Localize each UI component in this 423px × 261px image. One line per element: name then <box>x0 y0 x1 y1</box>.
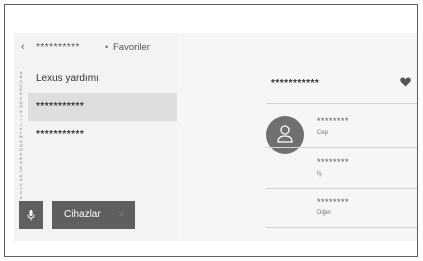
close-icon[interactable]: ✕ <box>118 209 125 221</box>
heart-icon[interactable] <box>400 77 411 87</box>
list-item-selected[interactable]: *********** <box>28 93 177 121</box>
list-item-label: Lexus yardımı <box>36 73 99 84</box>
phone-type-work: İş <box>317 171 322 177</box>
contact-name: *********** <box>271 78 320 89</box>
phone-contacts-screen: ‹ ********** • Favoriler ABCÇDEFGĞHIİJKL… <box>14 33 417 241</box>
contact-detail-pane: *********** ******** Cep ******** İş ***… <box>177 33 417 241</box>
outer-frame: ‹ ********** • Favoriler ABCÇDEFGĞHIİJKL… <box>4 4 418 257</box>
devices-button[interactable]: Cihazlar ✕ <box>52 201 135 229</box>
avatar <box>266 116 304 154</box>
phone-number-mobile[interactable]: ******** <box>317 116 349 126</box>
list-item[interactable]: *********** <box>28 121 177 149</box>
breadcrumb-separator: • <box>105 42 109 52</box>
phone-type-other: Diğer <box>317 210 332 216</box>
list-item-label: *********** <box>36 101 85 112</box>
devices-button-label: Cihazlar <box>64 209 101 220</box>
contacts-list-pane: ‹ ********** • Favoriler ABCÇDEFGĞHIİJKL… <box>14 33 177 241</box>
index-letter[interactable]: # <box>17 195 25 200</box>
microphone-icon <box>27 210 35 221</box>
phone-number-other[interactable]: ******** <box>317 197 349 207</box>
phone-type-mobile: Cep <box>317 130 329 136</box>
list-item-label: *********** <box>36 129 85 140</box>
person-icon <box>277 125 293 143</box>
breadcrumb-contact-name: ********** <box>36 42 80 53</box>
phone-number-work[interactable]: ******** <box>317 157 349 167</box>
divider <box>266 147 417 148</box>
microphone-button[interactable] <box>19 201 43 229</box>
divider <box>266 103 417 104</box>
list-item-lexus-assist[interactable]: Lexus yardımı <box>28 65 177 93</box>
divider <box>266 188 417 189</box>
divider <box>266 227 417 228</box>
back-chevron-icon[interactable]: ‹ <box>21 42 29 53</box>
breadcrumb-favorites[interactable]: Favoriler <box>113 42 150 53</box>
alphabet-index[interactable]: A B C Ç D E F G Ğ H I İ J K L M N O Ö P R S Ş T U Ü V Y Z # <box>17 70 25 199</box>
